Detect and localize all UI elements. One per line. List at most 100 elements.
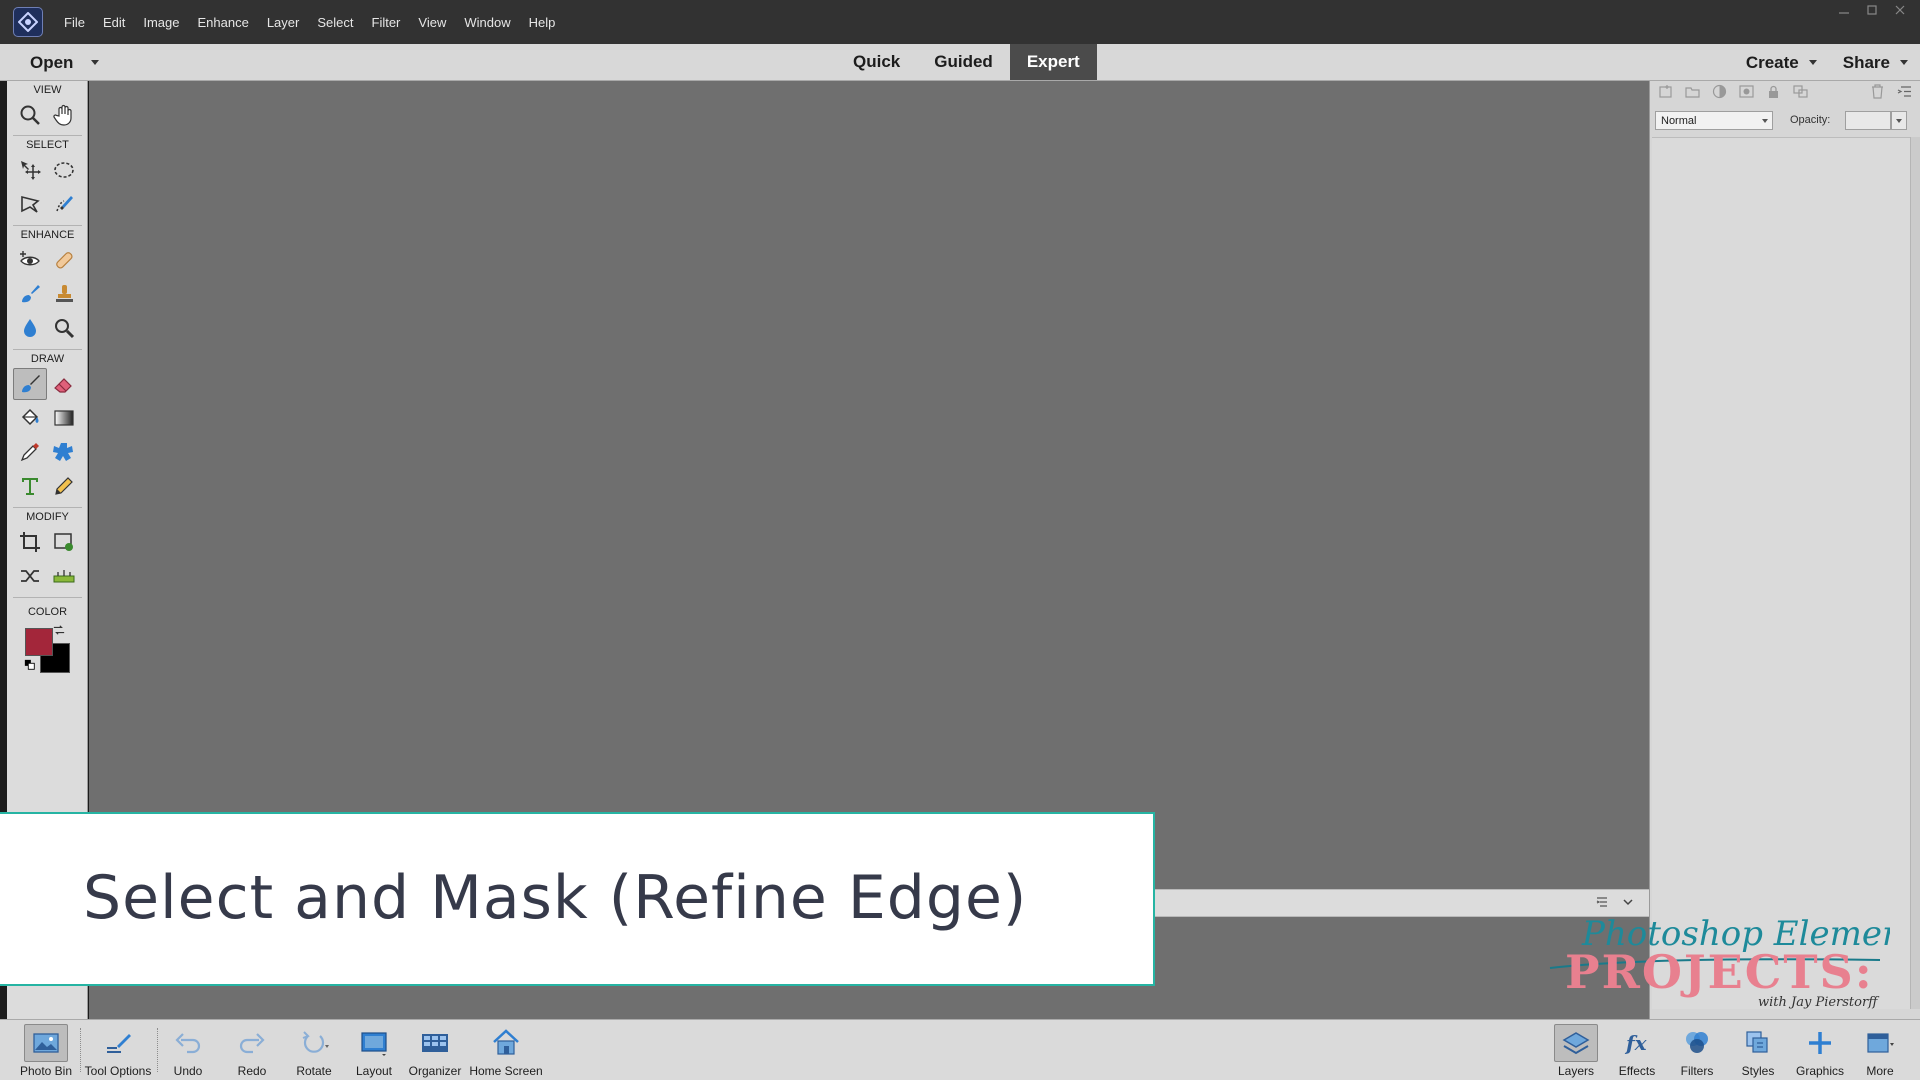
color-picker-icon[interactable] bbox=[13, 436, 47, 468]
redo-button[interactable]: Redo bbox=[228, 1020, 276, 1080]
quick-selection-icon[interactable] bbox=[47, 188, 81, 220]
open-button[interactable]: Open bbox=[10, 44, 119, 81]
open-label: Open bbox=[30, 52, 74, 72]
red-eye-icon[interactable] bbox=[13, 244, 47, 276]
adjustment-layer-icon[interactable] bbox=[1711, 83, 1728, 103]
photo-bin-button[interactable]: Photo Bin bbox=[16, 1020, 76, 1080]
lock-icon[interactable] bbox=[1765, 83, 1782, 103]
menu-select[interactable]: Select bbox=[308, 15, 362, 30]
filters-icon bbox=[1675, 1024, 1719, 1062]
section-draw-label: DRAW bbox=[30, 353, 65, 365]
layout-button[interactable]: Layout bbox=[350, 1020, 398, 1080]
chevron-down-icon bbox=[1808, 60, 1817, 65]
custom-shape-icon[interactable] bbox=[47, 436, 81, 468]
tool-options-button[interactable]: Tool Options bbox=[82, 1020, 154, 1080]
polygonal-lasso-icon[interactable] bbox=[13, 188, 47, 220]
organizer-button[interactable]: Organizer bbox=[407, 1020, 463, 1080]
panel-menu-icon[interactable] bbox=[1896, 83, 1913, 103]
layers-icon bbox=[1554, 1024, 1598, 1062]
tab-guided[interactable]: Guided bbox=[917, 44, 1010, 80]
home-screen-button[interactable]: Home Screen bbox=[466, 1020, 546, 1080]
opacity-dropdown[interactable] bbox=[1891, 111, 1907, 130]
link-layers-icon[interactable] bbox=[1792, 83, 1809, 103]
more-button[interactable]: More bbox=[1858, 1020, 1902, 1080]
layers-list[interactable] bbox=[1652, 137, 1910, 1009]
organizer-icon bbox=[413, 1024, 457, 1062]
smart-brush-icon[interactable] bbox=[13, 278, 47, 310]
opacity-input[interactable] bbox=[1845, 111, 1891, 130]
create-button[interactable]: Create bbox=[1746, 53, 1817, 73]
crop-icon[interactable] bbox=[13, 526, 47, 558]
menu-filter[interactable]: Filter bbox=[363, 15, 410, 30]
chevron-down-icon[interactable] bbox=[91, 60, 100, 65]
layout-label: Layout bbox=[355, 1064, 393, 1078]
zoom-icon[interactable] bbox=[13, 99, 47, 131]
menu-image[interactable]: Image bbox=[134, 15, 188, 30]
effects-label: Effects bbox=[1618, 1064, 1656, 1078]
trash-icon[interactable] bbox=[1869, 83, 1886, 103]
gradient-icon[interactable] bbox=[47, 402, 81, 434]
straighten-icon[interactable] bbox=[47, 560, 81, 592]
menu-file[interactable]: File bbox=[55, 15, 94, 30]
restore-icon[interactable] bbox=[1860, 3, 1884, 17]
menu-window[interactable]: Window bbox=[455, 15, 519, 30]
redo-label: Redo bbox=[237, 1064, 267, 1078]
foreground-color-swatch[interactable] bbox=[25, 628, 53, 656]
type-icon[interactable] bbox=[13, 470, 47, 502]
watermark-byline: with Jay Pierstorff bbox=[1758, 995, 1880, 1010]
effects-icon: fx bbox=[1615, 1024, 1659, 1062]
undo-button[interactable]: Undo bbox=[164, 1020, 212, 1080]
swap-colors-icon[interactable] bbox=[51, 623, 67, 637]
layers-button[interactable]: Layers bbox=[1552, 1020, 1600, 1080]
menu-layer[interactable]: Layer bbox=[258, 15, 309, 30]
photo-bin-icon bbox=[24, 1024, 68, 1062]
blend-mode-select[interactable]: Normal bbox=[1655, 111, 1773, 130]
default-colors-icon[interactable] bbox=[23, 658, 37, 672]
rotate-label: Rotate bbox=[296, 1064, 332, 1078]
spot-healing-icon[interactable] bbox=[47, 244, 81, 276]
new-group-icon[interactable] bbox=[1684, 83, 1701, 103]
eraser-icon[interactable] bbox=[47, 368, 81, 400]
graphics-icon bbox=[1798, 1024, 1842, 1062]
brush-icon[interactable] bbox=[13, 368, 47, 400]
close-icon[interactable] bbox=[1888, 3, 1912, 17]
tab-quick[interactable]: Quick bbox=[836, 44, 917, 80]
divider bbox=[157, 1028, 158, 1072]
menu-view[interactable]: View bbox=[409, 15, 455, 30]
layers-label: Layers bbox=[1557, 1064, 1595, 1078]
chevron-down-icon bbox=[1896, 119, 1902, 123]
menu-edit[interactable]: Edit bbox=[94, 15, 134, 30]
rotate-button[interactable]: Rotate bbox=[290, 1020, 338, 1080]
menu-help[interactable]: Help bbox=[520, 15, 565, 30]
mode-tabs: Quick Guided Expert bbox=[836, 44, 1097, 80]
share-button[interactable]: Share bbox=[1843, 53, 1908, 73]
styles-label: Styles bbox=[1741, 1064, 1775, 1078]
app-logo-icon[interactable] bbox=[13, 7, 43, 37]
filters-button[interactable]: Filters bbox=[1673, 1020, 1721, 1080]
tab-expert[interactable]: Expert bbox=[1009, 44, 1097, 80]
title-card-text: Select and Mask (Refine Edge) bbox=[83, 863, 1028, 933]
layer-mask-icon[interactable] bbox=[1738, 83, 1755, 103]
move-icon[interactable] bbox=[13, 154, 47, 186]
pencil-icon[interactable] bbox=[47, 470, 81, 502]
menu-enhance[interactable]: Enhance bbox=[189, 15, 258, 30]
effects-button[interactable]: fx Effects bbox=[1613, 1020, 1661, 1080]
home-screen-label: Home Screen bbox=[469, 1064, 543, 1078]
paint-bucket-icon[interactable] bbox=[13, 402, 47, 434]
graphics-button[interactable]: Graphics bbox=[1794, 1020, 1846, 1080]
blur-icon[interactable] bbox=[13, 312, 47, 344]
clone-stamp-icon[interactable] bbox=[47, 278, 81, 310]
content-aware-move-icon[interactable] bbox=[13, 560, 47, 592]
section-view-label: VIEW bbox=[33, 84, 62, 96]
elliptical-marquee-icon[interactable] bbox=[47, 154, 81, 186]
layout-icon bbox=[352, 1024, 396, 1062]
hand-icon[interactable] bbox=[47, 99, 81, 131]
styles-button[interactable]: Styles bbox=[1734, 1020, 1782, 1080]
section-enhance-label: ENHANCE bbox=[20, 229, 75, 241]
minimize-icon[interactable] bbox=[1832, 3, 1856, 17]
new-layer-icon[interactable] bbox=[1657, 83, 1674, 103]
layers-scrollbar[interactable] bbox=[1910, 137, 1920, 1009]
divider bbox=[13, 349, 82, 350]
sponge-icon[interactable] bbox=[47, 312, 81, 344]
recompose-icon[interactable] bbox=[47, 526, 81, 558]
